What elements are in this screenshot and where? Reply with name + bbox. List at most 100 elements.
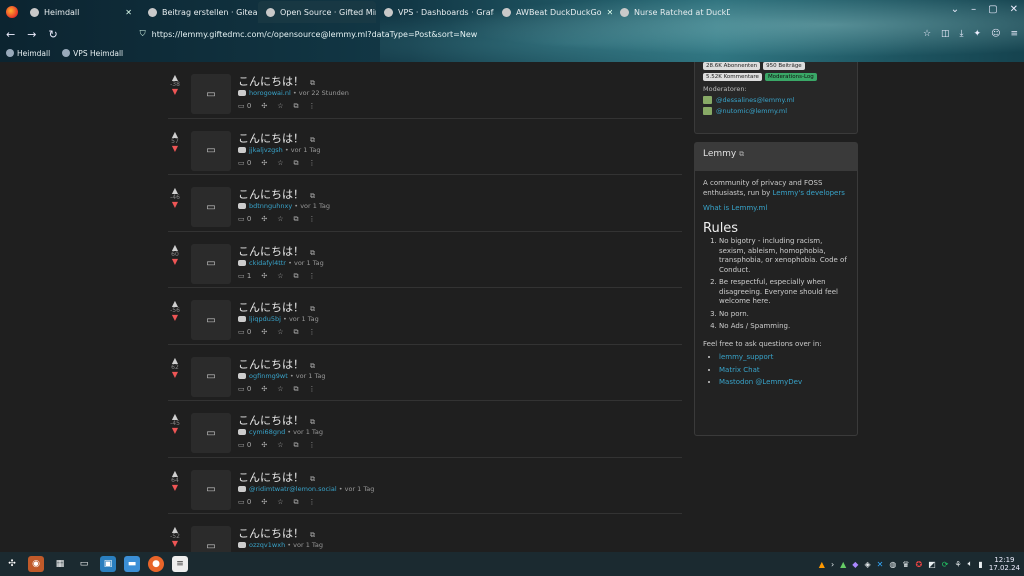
vscode-icon[interactable]: ✕: [877, 560, 884, 569]
crosspost-icon[interactable]: ✣: [261, 328, 267, 337]
modlog-badge[interactable]: Moderations-Log: [764, 73, 817, 81]
monitor-icon[interactable]: ▭: [76, 556, 92, 572]
steam-icon[interactable]: ◍: [889, 560, 896, 569]
more-options-icon[interactable]: ⋮: [308, 385, 315, 394]
save-star-icon[interactable]: ☆: [277, 102, 283, 111]
external-link-icon[interactable]: ⧉: [310, 305, 315, 313]
save-star-icon[interactable]: ☆: [277, 441, 283, 450]
grid-icon[interactable]: ▦: [52, 556, 68, 572]
crosspost-icon[interactable]: ✣: [261, 215, 267, 224]
more-options-icon[interactable]: ⋮: [308, 272, 315, 281]
post-thumbnail[interactable]: ▭: [191, 300, 231, 340]
extension-icon[interactable]: ✦: [974, 29, 982, 39]
comments-button[interactable]: ▭ 0: [238, 328, 251, 337]
post-author[interactable]: ckidafyl4ttr: [249, 259, 286, 267]
copy-link-icon[interactable]: ⧉: [293, 102, 298, 111]
external-link-icon[interactable]: ⧉: [310, 136, 315, 144]
what-is-lemmy-link[interactable]: What is Lemmy.ml: [703, 204, 767, 212]
copy-link-icon[interactable]: ⧉: [293, 272, 298, 281]
tab-list-icon[interactable]: ⌄: [951, 4, 959, 15]
document-icon[interactable]: ≡: [172, 556, 188, 572]
volume-icon[interactable]: 🔈︎: [968, 559, 973, 569]
upvote-icon[interactable]: ▲: [168, 356, 182, 364]
tab-1[interactable]: Beitrag erstellen · Gitea✕: [140, 1, 258, 23]
upvote-icon[interactable]: ▲: [168, 526, 182, 534]
post-thumbnail[interactable]: ▭: [191, 413, 231, 453]
pocket-icon[interactable]: ◫: [941, 29, 950, 39]
save-star-icon[interactable]: ☆: [277, 498, 283, 507]
external-link-icon[interactable]: ⧉: [310, 192, 315, 200]
moderator-link[interactable]: @dessalines@lemmy.ml: [703, 96, 849, 104]
post-title[interactable]: こんにちは！ ⧉: [238, 186, 315, 202]
sync-icon[interactable]: ⟳: [942, 560, 949, 569]
post-thumbnail[interactable]: ▭: [191, 187, 231, 227]
maximize-icon[interactable]: ▢: [988, 4, 997, 15]
reload-icon[interactable]: ↻: [48, 28, 57, 41]
save-star-icon[interactable]: ☆: [277, 385, 283, 394]
battery-icon[interactable]: ▮: [978, 560, 982, 569]
post-author[interactable]: ljiqpdu5bj: [249, 315, 281, 323]
folder-icon[interactable]: ▬: [124, 556, 140, 572]
firefox-taskbar-icon[interactable]: ●: [148, 556, 164, 572]
crosspost-icon[interactable]: ✣: [261, 385, 267, 394]
post-thumbnail[interactable]: ▭: [191, 74, 231, 114]
minimize-icon[interactable]: –: [971, 4, 976, 15]
menu-icon[interactable]: ≡: [1010, 29, 1018, 39]
post-thumbnail[interactable]: ▭: [191, 469, 231, 510]
more-options-icon[interactable]: ⋮: [308, 498, 315, 507]
downvote-icon[interactable]: ▼: [168, 483, 182, 491]
post-title[interactable]: こんにちは！ ⧉: [238, 299, 315, 315]
external-link-icon[interactable]: ⧉: [739, 150, 744, 158]
copy-link-icon[interactable]: ⧉: [293, 385, 298, 394]
game-icon[interactable]: ♛: [902, 560, 909, 569]
post-author[interactable]: @ridimtwatr@lemon.social: [249, 485, 337, 493]
upvote-icon[interactable]: ▲: [168, 300, 182, 308]
clock[interactable]: 12:19 17.02.24: [989, 556, 1020, 572]
help-link[interactable]: lemmy_support: [719, 353, 773, 361]
more-options-icon[interactable]: ⋮: [308, 215, 315, 224]
network-icon[interactable]: ⚘: [954, 560, 961, 569]
post-title[interactable]: こんにちは！ ⧉: [238, 356, 315, 372]
download-icon[interactable]: ⤓: [960, 29, 964, 39]
upvote-icon[interactable]: ▲: [168, 413, 182, 421]
more-options-icon[interactable]: ⋮: [308, 159, 315, 168]
comments-button[interactable]: ▭ 0: [238, 498, 251, 507]
image-icon[interactable]: ▲: [840, 560, 846, 569]
post-thumbnail[interactable]: ▭: [191, 243, 231, 284]
terminal-icon[interactable]: ›: [831, 560, 834, 569]
save-star-icon[interactable]: ☆: [277, 215, 283, 224]
account-icon[interactable]: ☺: [991, 29, 1000, 39]
post-title[interactable]: こんにちは！ ⧉: [238, 469, 315, 485]
comments-button[interactable]: ▭ 0: [238, 102, 251, 111]
comments-button[interactable]: ▭ 0: [238, 159, 251, 168]
chat-icon[interactable]: ◩: [928, 560, 936, 569]
app-icon[interactable]: ◉: [28, 556, 44, 572]
external-link-icon[interactable]: ⧉: [310, 531, 315, 539]
help-link[interactable]: Mastodon @LemmyDev: [719, 378, 802, 386]
comments-button[interactable]: ▭ 0: [238, 385, 251, 394]
tab-5[interactable]: Nurse Ratched at DuckDuckGo✕: [612, 1, 730, 23]
downvote-icon[interactable]: ▼: [168, 314, 182, 322]
close-tab-icon[interactable]: ✕: [125, 8, 132, 17]
tab-2[interactable]: Open Source · Gifted Mind✕: [258, 1, 376, 23]
more-options-icon[interactable]: ⋮: [308, 328, 315, 337]
downvote-icon[interactable]: ▼: [168, 540, 182, 548]
bookmark-heimdall[interactable]: Heimdall: [6, 49, 50, 58]
post-title[interactable]: こんにちは！ ⧉: [238, 243, 315, 259]
save-star-icon[interactable]: ☆: [277, 159, 283, 168]
help-link[interactable]: Matrix Chat: [719, 366, 760, 374]
comments-button[interactable]: ▭ 0: [238, 441, 251, 450]
close-window-icon[interactable]: ✕: [1010, 4, 1018, 15]
downvote-icon[interactable]: ▼: [168, 427, 182, 435]
external-link-icon[interactable]: ⧉: [310, 475, 315, 483]
tab-4[interactable]: AWBeat DuckDuckGo ✕: [494, 1, 612, 23]
copy-link-icon[interactable]: ⧉: [293, 215, 298, 224]
downvote-icon[interactable]: ▼: [168, 144, 182, 152]
shield-app-icon[interactable]: ◈: [864, 560, 870, 569]
post-thumbnail[interactable]: ▭: [191, 356, 231, 397]
vlc-icon[interactable]: ▲: [819, 560, 825, 569]
downvote-icon[interactable]: ▼: [168, 370, 182, 378]
back-icon[interactable]: ←: [6, 28, 15, 41]
post-author[interactable]: cymi68gnd: [249, 428, 285, 436]
post-title[interactable]: こんにちは！ ⧉: [238, 130, 315, 146]
